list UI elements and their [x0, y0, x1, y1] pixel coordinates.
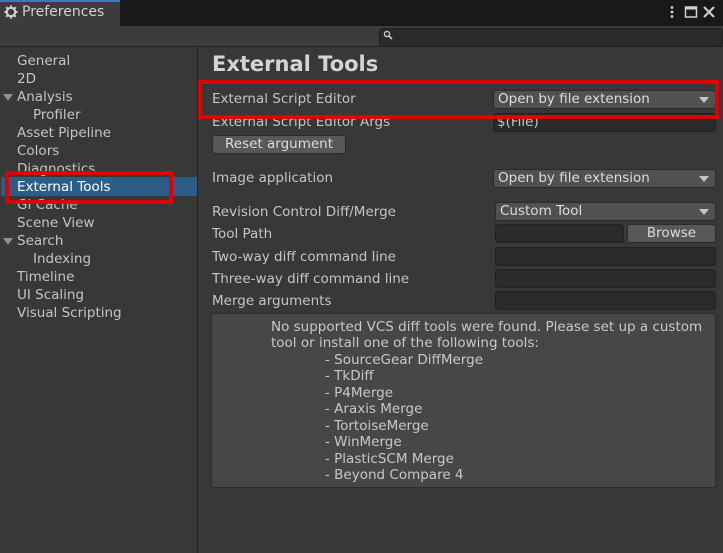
two-way-diff-field[interactable] [495, 247, 716, 266]
sidebar-item-ui-scaling[interactable]: UI Scaling [17, 286, 84, 304]
help-tool-item: - Araxis Merge [325, 401, 423, 417]
help-tool-item: - WinMerge [325, 434, 402, 450]
three-way-diff-label: Three-way diff command line [212, 271, 410, 287]
kebab-menu-icon[interactable] [665, 5, 679, 19]
expand-triangle-icon[interactable] [3, 238, 13, 245]
close-icon[interactable] [702, 5, 716, 19]
browse-button[interactable]: Browse [627, 224, 716, 243]
chevron-down-icon [699, 176, 709, 182]
merge-arguments-label: Merge arguments [212, 293, 332, 309]
highlight-box-script-editor [198, 80, 719, 119]
help-text-line: No supported VCS diff tools were found. … [271, 319, 703, 335]
sidebar-item-asset-pipeline[interactable]: Asset Pipeline [17, 124, 111, 142]
image-application-label: Image application [212, 170, 334, 186]
help-tool-item: - Beyond Compare 4 [325, 467, 464, 483]
tool-path-label: Tool Path [212, 226, 273, 242]
sidebar-item-scene-view[interactable]: Scene View [17, 214, 95, 232]
reset-argument-button[interactable]: Reset argument [212, 135, 346, 154]
window-title: Preferences [22, 4, 105, 20]
help-tool-item: - SourceGear DiffMerge [325, 352, 483, 368]
sidebar-item-timeline[interactable]: Timeline [17, 268, 74, 286]
help-tool-item: - P4Merge [325, 385, 394, 401]
image-application-value: Open by file extension [498, 170, 650, 186]
help-tool-item: - TkDiff [325, 368, 374, 384]
sidebar-item-general[interactable]: General [17, 52, 70, 70]
help-tool-item: - TortoiseMerge [325, 418, 429, 434]
revision-control-value: Custom Tool [500, 203, 583, 219]
merge-arguments-field[interactable] [495, 291, 716, 310]
expand-triangle-icon[interactable] [3, 94, 13, 101]
three-way-diff-field[interactable] [495, 269, 716, 288]
revision-control-label: Revision Control Diff/Merge [212, 204, 396, 220]
search-icon [383, 30, 393, 40]
sidebar-item-indexing[interactable]: Indexing [33, 250, 91, 268]
sidebar-item-2d[interactable]: 2D [17, 70, 36, 88]
search-input[interactable] [379, 28, 723, 47]
sidebar-item-visual-scripting[interactable]: Visual Scripting [17, 304, 122, 322]
image-application-dropdown[interactable]: Open by file extension [493, 169, 716, 188]
sidebar-item-profiler[interactable]: Profiler [33, 106, 81, 124]
tool-path-field[interactable] [495, 224, 624, 243]
help-text-line: tool or install one of the following too… [271, 335, 539, 351]
revision-control-dropdown[interactable]: Custom Tool [495, 202, 716, 221]
maximize-icon[interactable] [684, 5, 698, 19]
sidebar-item-colors[interactable]: Colors [17, 142, 59, 160]
sidebar-item-analysis[interactable]: Analysis [17, 88, 73, 106]
gear-icon [4, 5, 18, 19]
chevron-down-icon [699, 209, 709, 215]
sidebar-item-search[interactable]: Search [17, 232, 63, 250]
two-way-diff-label: Two-way diff command line [212, 249, 396, 265]
highlight-box-external-tools [5, 171, 173, 204]
help-tool-item: - PlasticSCM Merge [325, 451, 454, 467]
page-title: External Tools [212, 52, 379, 76]
